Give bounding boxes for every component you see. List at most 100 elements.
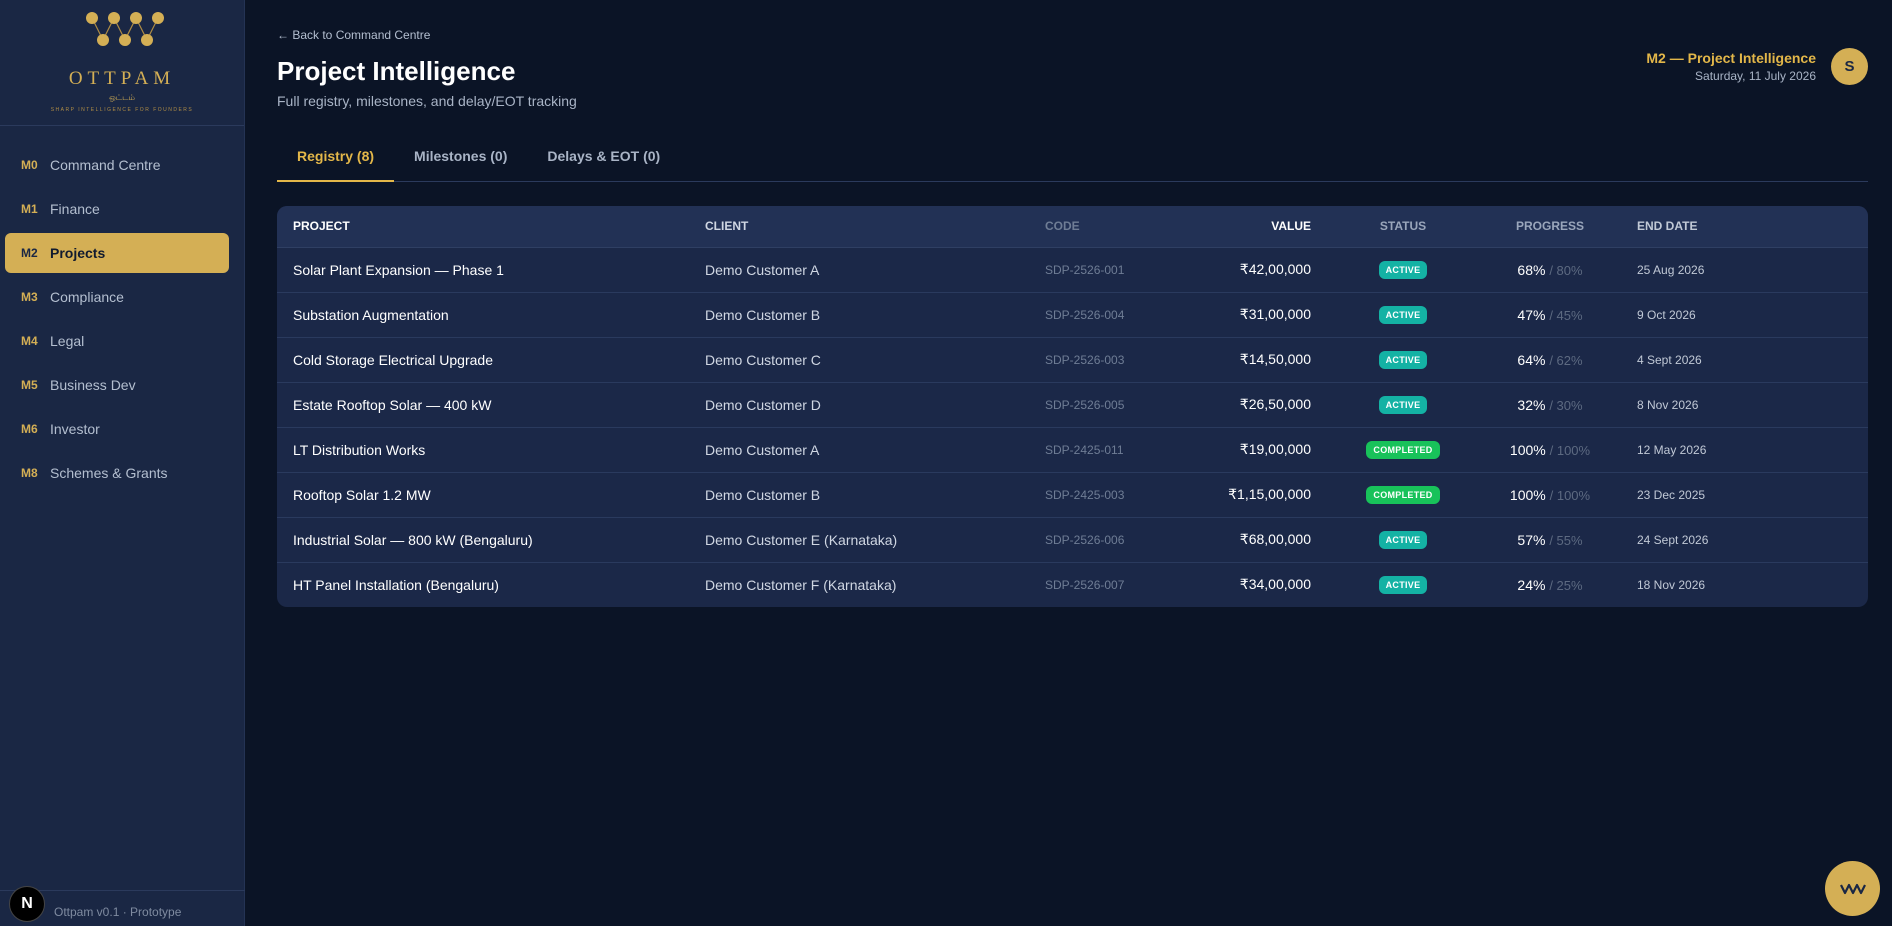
sidebar-item-label: Business Dev xyxy=(50,377,136,393)
sidebar-item-command-centre[interactable]: M0 Command Centre xyxy=(5,145,229,185)
progress-cell: 100% / 100% xyxy=(1479,472,1621,518)
progress-actual: 68% xyxy=(1517,261,1546,278)
nav-code: M2 xyxy=(21,246,38,260)
progress-planned: / 62% xyxy=(1549,352,1583,368)
project-name: Substation Augmentation xyxy=(277,292,689,338)
end-date: 18 Nov 2026 xyxy=(1637,577,1706,592)
project-code: SDP-2425-003 xyxy=(1029,472,1177,518)
sidebar-item-label: Schemes & Grants xyxy=(50,465,168,481)
status-badge: ACTIVE xyxy=(1378,576,1428,595)
page-subtitle: Full registry, milestones, and delay/EOT… xyxy=(277,93,577,109)
avatar[interactable]: S xyxy=(1831,48,1868,85)
project-value: ₹42,00,000 xyxy=(1177,247,1327,293)
column-header-status[interactable]: Status xyxy=(1327,206,1479,248)
progress-actual: 100% xyxy=(1509,486,1546,503)
table-header-row: Project Client Code Value Status Progres… xyxy=(277,206,1868,248)
sidebar-item-label: Legal xyxy=(50,333,85,349)
wave-icon xyxy=(1839,883,1866,894)
column-header-end-date[interactable]: End Date xyxy=(1621,206,1868,248)
sidebar: OTTPAM ஒட்டம் SHARP INTELLIGENCE FOR FOU… xyxy=(0,0,245,926)
table-row[interactable]: Cold Storage Electrical Upgrade Demo Cus… xyxy=(277,337,1868,383)
client-name: Demo Customer D xyxy=(689,382,1029,428)
dev-tools-badge[interactable]: N xyxy=(9,886,45,922)
nav-code: M6 xyxy=(21,422,38,436)
progress-planned: / 100% xyxy=(1549,487,1591,503)
progress-planned: / 100% xyxy=(1549,442,1591,458)
project-code: SDP-2526-003 xyxy=(1029,337,1177,383)
sidebar-item-projects[interactable]: M2 Projects xyxy=(5,233,229,273)
client-name: Demo Customer F (Karnataka) xyxy=(705,576,897,593)
progress-cell: 47% / 45% xyxy=(1479,292,1621,338)
progress-actual: 24% xyxy=(1517,576,1546,593)
project-name: HT Panel Installation (Bengaluru) xyxy=(293,576,499,593)
project-code: SDP-2526-006 xyxy=(1029,517,1177,563)
column-header-client[interactable]: Client xyxy=(689,206,1029,248)
table-row[interactable]: Rooftop Solar 1.2 MW Demo Customer B SDP… xyxy=(277,472,1868,518)
brand-tagline: SHARP INTELLIGENCE FOR FOUNDERS xyxy=(50,107,194,113)
column-header-code[interactable]: Code xyxy=(1029,206,1177,248)
sidebar-item-schemes-grants[interactable]: M8 Schemes & Grants xyxy=(5,453,229,493)
progress-actual: 47% xyxy=(1517,306,1546,323)
table-row[interactable]: Solar Plant Expansion — Phase 1 Demo Cus… xyxy=(277,247,1868,293)
progress-actual: 32% xyxy=(1517,396,1546,413)
column-header-project[interactable]: Project xyxy=(277,206,689,248)
sidebar-item-label: Finance xyxy=(50,201,100,217)
status-badge: COMPLETED xyxy=(1366,441,1440,459)
nav-code: M0 xyxy=(21,158,38,172)
sidebar-item-finance[interactable]: M1 Finance xyxy=(5,189,229,229)
status-cell: ACTIVE xyxy=(1327,562,1479,607)
table-row[interactable]: LT Distribution Works Demo Customer A SD… xyxy=(277,427,1868,473)
progress-actual: 57% xyxy=(1517,531,1546,548)
status-cell: ACTIVE xyxy=(1327,517,1479,563)
status-cell: ACTIVE xyxy=(1327,382,1479,428)
progress-cell: 57% / 55% xyxy=(1479,517,1621,563)
client-name: Demo Customer B xyxy=(689,472,1029,518)
sidebar-item-compliance[interactable]: M3 Compliance xyxy=(5,277,229,317)
column-header-value[interactable]: Value xyxy=(1177,206,1327,248)
project-value: ₹26,50,000 xyxy=(1177,382,1327,428)
status-badge: ACTIVE xyxy=(1378,396,1428,414)
sidebar-item-business-dev[interactable]: M5 Business Dev xyxy=(5,365,229,405)
logo-network-icon xyxy=(86,12,164,46)
module-name: M2 — Project Intelligence xyxy=(1646,50,1816,66)
brand-logo[interactable]: OTTPAM ஒட்டம் SHARP INTELLIGENCE FOR FOU… xyxy=(0,0,244,126)
sidebar-item-investor[interactable]: M6 Investor xyxy=(5,409,229,449)
project-name: LT Distribution Works xyxy=(277,427,689,473)
progress-planned: / 55% xyxy=(1549,532,1583,548)
project-name: Solar Plant Expansion — Phase 1 xyxy=(277,247,689,293)
table-row[interactable]: HT Panel Installation (Bengaluru) Demo C… xyxy=(277,562,1868,607)
project-value: ₹19,00,000 xyxy=(1177,427,1327,473)
current-date: Saturday, 11 July 2026 xyxy=(1695,69,1816,83)
status-badge: ACTIVE xyxy=(1378,261,1428,279)
table-row[interactable]: Industrial Solar — 800 kW (Bengaluru) De… xyxy=(277,517,1868,563)
tab-milestones[interactable]: Milestones (0) xyxy=(394,140,527,182)
assistant-button[interactable] xyxy=(1825,861,1880,916)
progress-planned: / 25% xyxy=(1549,577,1583,593)
sidebar-nav: M0 Command Centre M1 Finance M2 Projects… xyxy=(5,145,229,497)
end-date: 9 Oct 2026 xyxy=(1621,292,1868,338)
status-cell: ACTIVE xyxy=(1327,337,1479,383)
column-header-progress[interactable]: Progress xyxy=(1479,206,1621,248)
project-code: SDP-2526-007 xyxy=(1045,577,1125,592)
brand-subname: ஒட்டம் xyxy=(109,93,135,102)
end-date: 12 May 2026 xyxy=(1621,427,1868,473)
sidebar-item-legal[interactable]: M4 Legal xyxy=(5,321,229,361)
nav-code: M1 xyxy=(21,202,38,216)
client-name: Demo Customer E (Karnataka) xyxy=(689,517,1029,563)
back-link[interactable]: ← Back to Command Centre xyxy=(277,28,430,42)
table-row[interactable]: Estate Rooftop Solar — 400 kW Demo Custo… xyxy=(277,382,1868,428)
project-value: ₹68,00,000 xyxy=(1177,517,1327,563)
project-code: SDP-2526-005 xyxy=(1029,382,1177,428)
progress-cell: 68% / 80% xyxy=(1479,247,1621,293)
project-name: Rooftop Solar 1.2 MW xyxy=(277,472,689,518)
tab-registry[interactable]: Registry (8) xyxy=(277,140,395,182)
status-badge: ACTIVE xyxy=(1378,351,1428,369)
progress-planned: / 30% xyxy=(1549,397,1583,413)
status-cell: ACTIVE xyxy=(1327,292,1479,338)
table-row[interactable]: Substation Augmentation Demo Customer B … xyxy=(277,292,1868,338)
tab-delays-eot[interactable]: Delays & EOT (0) xyxy=(527,140,680,182)
nav-code: M8 xyxy=(21,466,38,480)
project-name: Estate Rooftop Solar — 400 kW xyxy=(277,382,689,428)
nav-code: M3 xyxy=(21,290,38,304)
project-value: ₹1,15,00,000 xyxy=(1177,472,1327,518)
